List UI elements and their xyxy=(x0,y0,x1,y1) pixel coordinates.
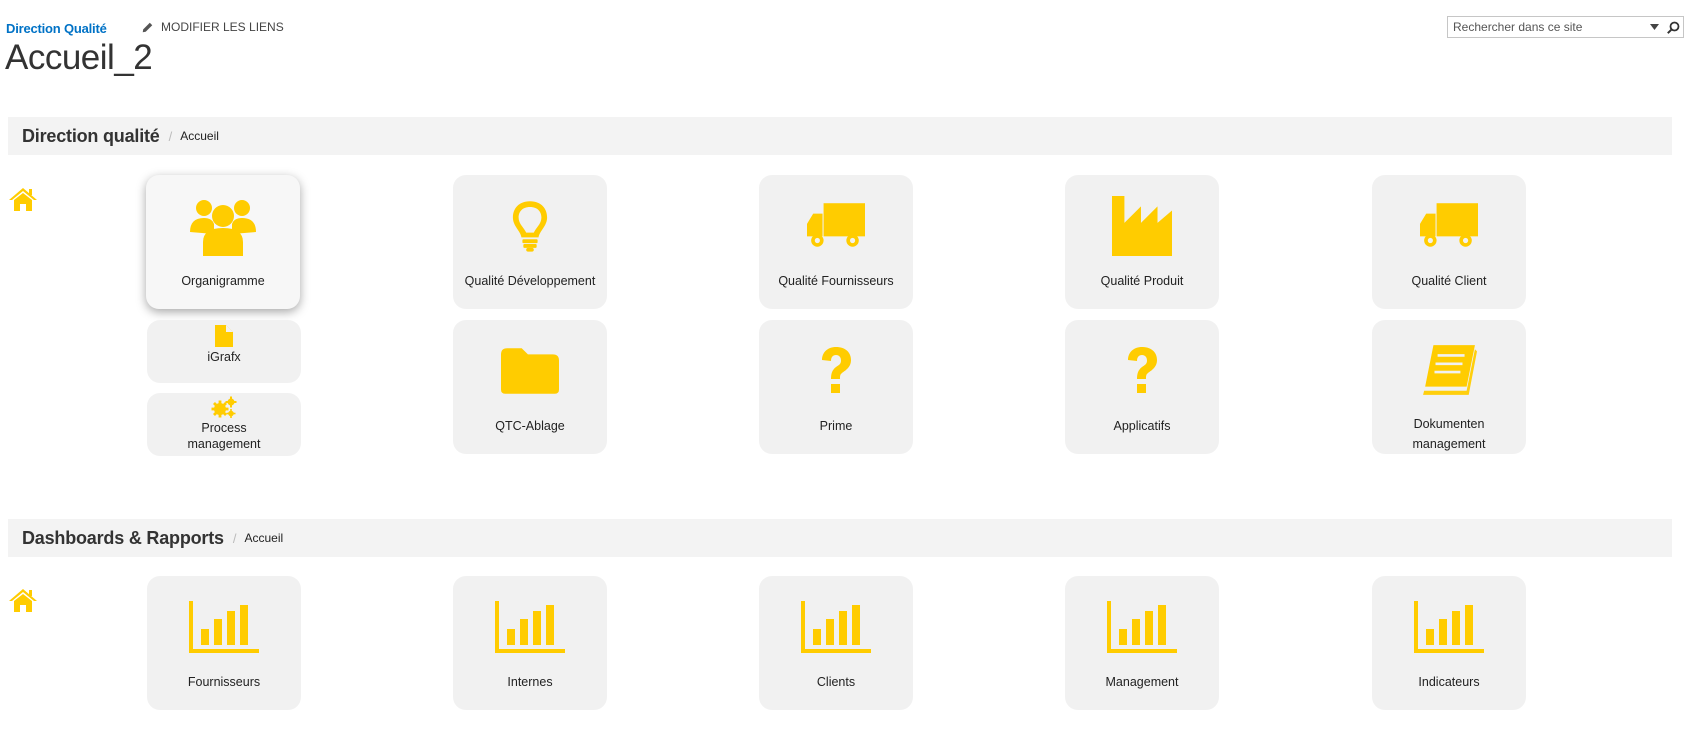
tile-internes[interactable]: Internes xyxy=(453,576,607,710)
bar-chart-icon xyxy=(495,601,565,653)
home-icon[interactable] xyxy=(8,186,38,212)
section-title: Direction qualité xyxy=(22,125,160,146)
tile-label: Qualité Produit xyxy=(1100,274,1184,288)
tile-prime[interactable]: Prime xyxy=(759,320,913,454)
tile-label: Qualité Client xyxy=(1411,274,1487,288)
tile-applicatifs[interactable]: Applicatifs xyxy=(1065,320,1219,454)
breadcrumb-link[interactable]: Accueil xyxy=(244,531,283,545)
tile-label: Dokumenten management xyxy=(1412,417,1486,451)
breadcrumb-separator: / xyxy=(168,128,173,144)
home-icon[interactable] xyxy=(8,587,38,613)
truck-icon xyxy=(1420,203,1478,249)
question-icon xyxy=(820,347,852,395)
tile-label: Clients xyxy=(816,675,856,689)
tile-label: QTC-Ablage xyxy=(495,419,565,433)
breadcrumb-separator: / xyxy=(232,530,237,546)
site-title-link[interactable]: Direction Qualité xyxy=(6,21,107,36)
tile-label: Internes xyxy=(507,675,553,689)
folder-icon xyxy=(501,348,559,394)
tile-qtc-ablage[interactable]: QTC-Ablage xyxy=(453,320,607,454)
tile-label: Fournisseurs xyxy=(187,675,261,689)
tile-label: Management xyxy=(1105,675,1179,689)
tile-qualite-client[interactable]: Qualité Client xyxy=(1372,175,1526,309)
tile-label: Process management xyxy=(187,421,261,451)
file-icon xyxy=(215,325,233,347)
breadcrumb-link[interactable]: Accueil xyxy=(180,129,219,143)
gears-icon xyxy=(211,396,237,418)
edit-links-button[interactable]: MODIFIER LES LIENS xyxy=(142,20,284,34)
lightbulb-icon xyxy=(511,198,549,254)
page-title: Accueil_2 xyxy=(5,38,153,77)
tile-fournisseurs[interactable]: Fournisseurs xyxy=(147,576,301,710)
tile-qualite-produit[interactable]: Qualité Produit xyxy=(1065,175,1219,309)
tile-qualite-fournisseurs[interactable]: Qualité Fournisseurs xyxy=(759,175,913,309)
tile-label: Qualité Fournisseurs xyxy=(778,274,894,288)
people-group-icon xyxy=(190,195,256,257)
section-header-dashboards: Dashboards & Rapports / Accueil xyxy=(8,519,1672,557)
bar-chart-icon xyxy=(189,601,259,653)
tile-label: iGrafx xyxy=(207,350,241,364)
question-icon xyxy=(1126,347,1158,395)
section-header-direction-qualite: Direction qualité / Accueil xyxy=(8,117,1672,155)
edit-links-label: MODIFIER LES LIENS xyxy=(161,20,284,34)
search-input[interactable] xyxy=(1448,17,1645,37)
tile-organigramme[interactable]: Organigramme xyxy=(146,175,300,309)
bar-chart-icon xyxy=(801,601,871,653)
bar-chart-icon xyxy=(1107,601,1177,653)
tile-label: Organigramme xyxy=(181,274,265,288)
factory-icon xyxy=(1112,196,1172,256)
tile-process-management[interactable]: Process management xyxy=(147,393,301,456)
tile-qualite-developpement[interactable]: Qualité Développement xyxy=(453,175,607,309)
tile-label: Prime xyxy=(819,419,853,433)
bar-chart-icon xyxy=(1414,601,1484,653)
search-button[interactable] xyxy=(1663,17,1683,37)
tile-label: Indicateurs xyxy=(1418,675,1480,689)
caret-down-icon xyxy=(1649,24,1659,30)
tile-label: Applicatifs xyxy=(1113,419,1171,433)
tile-igrafx[interactable]: iGrafx xyxy=(147,320,301,383)
section-title: Dashboards & Rapports xyxy=(22,527,224,548)
top-bar: Direction Qualité xyxy=(6,18,107,38)
pencil-icon xyxy=(142,22,153,32)
tile-indicateurs[interactable]: Indicateurs xyxy=(1372,576,1526,710)
book-icon xyxy=(1421,343,1477,397)
tile-clients[interactable]: Clients xyxy=(759,576,913,710)
search-scope-dropdown[interactable] xyxy=(1645,17,1663,37)
tile-management[interactable]: Management xyxy=(1065,576,1219,710)
tile-label: Qualité Développement xyxy=(464,274,596,288)
search-box xyxy=(1447,16,1684,38)
tile-dokumenten-management[interactable]: Dokumenten management xyxy=(1372,320,1526,454)
truck-icon xyxy=(807,203,865,249)
search-icon xyxy=(1666,21,1679,34)
